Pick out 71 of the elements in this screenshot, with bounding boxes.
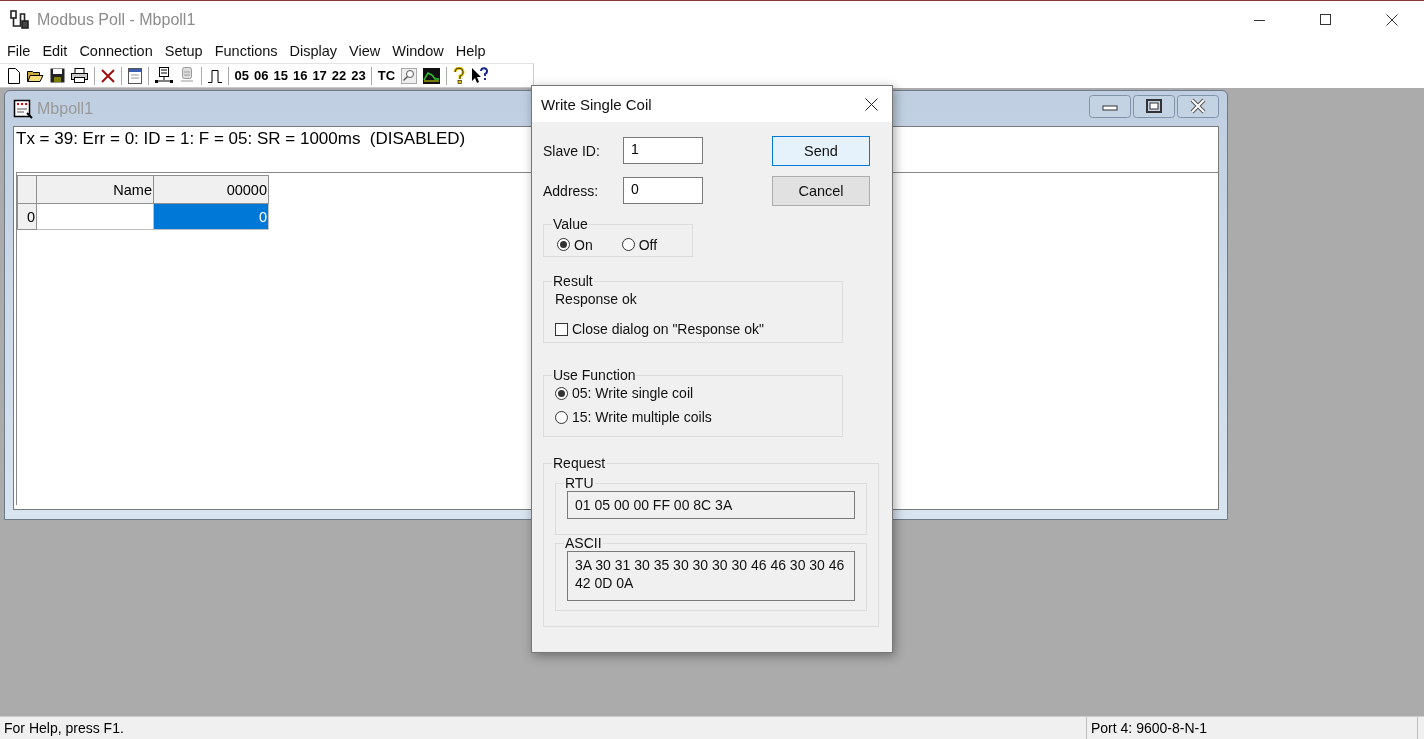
table-cell[interactable]: 0 <box>153 203 269 230</box>
dialog-title: Write Single Coil <box>541 95 652 113</box>
connect-icon[interactable] <box>155 67 173 84</box>
port-status: Port 4: 9600-8-N-1 <box>1086 717 1418 739</box>
radio-button[interactable] <box>555 386 568 400</box>
help-hint: For Help, press F1. <box>3 720 125 736</box>
field-label: Slave ID: <box>543 142 601 159</box>
pointer-help-icon[interactable] <box>470 67 488 84</box>
checkbox-label[interactable]: Close dialog on "Response ok" <box>572 321 765 337</box>
help-icon[interactable] <box>452 67 465 84</box>
close-icon[interactable] <box>1386 13 1398 26</box>
dialog-button[interactable]: Cancel <box>772 176 870 206</box>
function-code-button[interactable]: 17 <box>310 65 329 86</box>
group-title: RTU <box>564 475 595 491</box>
radio-label[interactable]: 15: Write multiple coils <box>572 409 712 425</box>
menu-item[interactable]: File <box>1 42 37 59</box>
open-folder-icon[interactable] <box>27 68 44 83</box>
group-title: Result <box>552 273 594 289</box>
window-icon[interactable] <box>128 67 142 84</box>
dialog-button[interactable]: Send <box>772 136 870 166</box>
field-label: Address: <box>543 182 600 199</box>
disconnect-icon[interactable] <box>179 67 195 84</box>
tc-button[interactable]: TC <box>375 65 398 86</box>
output-field: 01 05 00 00 FF 00 8C 3A <box>567 491 855 519</box>
new-document-icon[interactable] <box>7 67 21 84</box>
close-icon[interactable] <box>865 97 878 111</box>
pulse-icon[interactable] <box>208 68 222 83</box>
column-header: Name <box>36 175 154 204</box>
menu-item[interactable]: Window <box>386 42 450 59</box>
radio-button[interactable] <box>557 238 570 251</box>
document-icon <box>13 98 33 119</box>
chart-icon[interactable] <box>422 67 440 84</box>
function-code-button[interactable]: 15 <box>271 65 290 86</box>
menu-item[interactable]: Display <box>283 42 344 59</box>
radio-button[interactable] <box>555 410 568 424</box>
menu-item[interactable]: Connection <box>73 42 159 59</box>
radio-label[interactable]: On <box>574 236 593 253</box>
function-code-button[interactable]: 05 <box>232 65 251 86</box>
radio-button[interactable] <box>621 238 635 251</box>
maximize-icon[interactable] <box>1320 13 1332 26</box>
function-code-button[interactable]: 22 <box>329 65 349 86</box>
function-code-button[interactable]: 16 <box>290 65 310 86</box>
status-line: Tx = 39: Err = 0: ID = 1: F = 05: SR = 1000ms (DISABLED) <box>16 129 466 149</box>
checkbox[interactable] <box>555 322 568 336</box>
window-title: Modbus Poll - Mbpoll1 <box>37 10 196 29</box>
menu-item[interactable]: View <box>343 42 387 59</box>
row-header: 0 <box>17 203 37 230</box>
radio-label[interactable]: Off <box>638 236 658 253</box>
function-code-button[interactable]: 06 <box>251 65 271 86</box>
function-code-button[interactable]: 23 <box>349 65 368 86</box>
save-icon[interactable] <box>50 68 65 83</box>
group-title: Request <box>552 455 607 471</box>
input-field[interactable]: 1 <box>623 137 703 164</box>
print-icon[interactable] <box>71 68 88 83</box>
maximize-icon[interactable] <box>1133 95 1175 118</box>
group-title: Use Function <box>552 367 637 383</box>
menu-item[interactable]: Setup <box>158 42 209 59</box>
output-field: 3A 30 31 30 35 30 30 30 30 46 46 30 30 46 42 0D 0A <box>567 551 855 601</box>
child-window-title: Mbpoll1 <box>37 99 94 118</box>
column-header: 00000 <box>153 175 269 204</box>
magnifier-icon[interactable] <box>400 67 417 84</box>
menu-item[interactable]: Edit <box>36 42 74 59</box>
delete-icon[interactable] <box>101 68 115 83</box>
input-field[interactable]: 0 <box>623 177 703 204</box>
group-title: ASCII <box>564 535 603 551</box>
group-title: Value <box>552 216 589 232</box>
radio-label[interactable]: 05: Write single coil <box>572 385 694 401</box>
result-message: Response ok <box>555 291 638 307</box>
menu-item[interactable]: Functions <box>208 42 284 59</box>
app-icon <box>9 9 31 30</box>
menu-item[interactable]: Help <box>449 42 492 59</box>
